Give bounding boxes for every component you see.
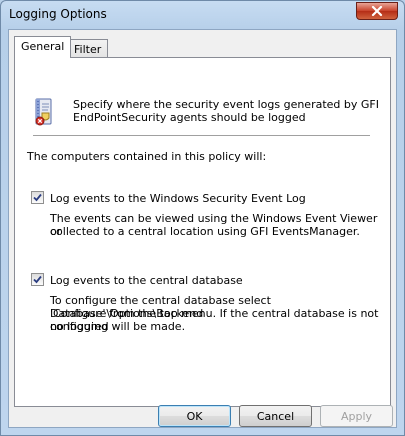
tab-general-label: General [21,40,65,53]
windows-event-log-checkbox[interactable] [31,191,44,204]
tab-filter-label: Filter [74,43,102,56]
central-database-help-3: no logging will be made. [50,320,186,333]
central-database-checkbox[interactable] [31,273,44,286]
window-title: Logging Options [9,7,107,21]
close-icon [371,6,383,17]
central-database-label[interactable]: Log events to the central database [50,274,243,287]
intro-text: The computers contained in this policy w… [27,150,267,163]
dialog-window: Logging Options General Filter Specify w… [0,0,405,436]
close-button[interactable] [356,2,398,20]
windows-event-log-label[interactable]: Log events to the Windows Security Event… [50,192,306,205]
separator [33,135,370,136]
windows-event-log-help-2: collected to a central location using GF… [50,225,360,238]
title-bar[interactable]: Logging Options [1,1,404,29]
policy-log-icon [35,98,52,126]
description-line-2: EndPointSecurity agents should be logged [73,111,306,124]
tab-filter[interactable]: Filter [67,39,109,58]
general-tab-panel: Specify where the security event logs ge… [14,57,391,407]
dialog-client-area: General Filter Specify where the securit… [8,29,397,428]
checkmark-icon [33,193,42,202]
description-line-1: Specify where the security event logs ge… [73,98,379,111]
ok-button[interactable]: OK [158,405,231,427]
cancel-button[interactable]: Cancel [239,405,312,427]
tab-general[interactable]: General [14,36,72,58]
apply-button[interactable]: Apply [320,405,393,427]
checkmark-icon [33,275,42,284]
